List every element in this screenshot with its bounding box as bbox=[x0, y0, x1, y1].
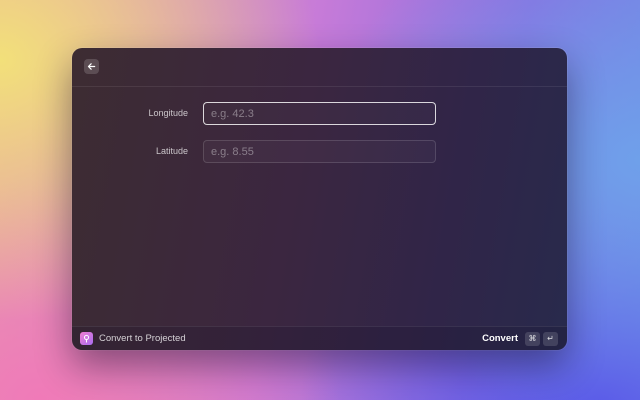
command-key-icon: ⌘ bbox=[525, 332, 540, 346]
latitude-input[interactable] bbox=[203, 140, 436, 163]
latitude-label: Latitude bbox=[155, 146, 188, 156]
arrow-left-icon bbox=[87, 63, 96, 70]
extension-icon bbox=[80, 332, 93, 345]
action-bar: Convert to Projected Convert ⌘ ↵ bbox=[72, 326, 567, 350]
command-title: Convert to Projected bbox=[99, 333, 186, 344]
command-window: Longitude Latitude Convert to Projected … bbox=[72, 48, 567, 350]
back-button[interactable] bbox=[84, 59, 99, 74]
top-bar bbox=[72, 48, 567, 87]
longitude-row: Longitude bbox=[72, 102, 567, 125]
longitude-label: Longitude bbox=[148, 108, 188, 118]
convert-button[interactable]: Convert bbox=[482, 327, 518, 350]
latitude-row: Latitude bbox=[72, 140, 567, 163]
map-pin-icon bbox=[83, 334, 90, 343]
enter-key-icon: ↵ bbox=[543, 332, 558, 346]
longitude-input[interactable] bbox=[203, 102, 436, 125]
